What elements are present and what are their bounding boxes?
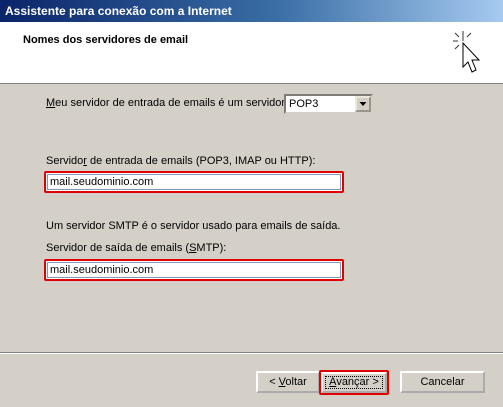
outgoing-server-input[interactable]	[47, 262, 341, 278]
outgoing-server-label: Servidor de saída de emails (SMTP):	[46, 242, 227, 254]
outgoing-server-field-highlight	[44, 259, 344, 281]
window-title: Assistente para conexão com a Internet	[5, 4, 232, 18]
cancel-button[interactable]: Cancelar	[400, 371, 485, 393]
incoming-server-input[interactable]	[47, 174, 341, 190]
incoming-type-label: Meu servidor de entrada de emails é um s…	[46, 97, 286, 109]
server-type-dropdown[interactable]: POP3	[284, 94, 373, 114]
sparkle-cursor-icon	[453, 31, 481, 73]
server-type-value: POP3	[289, 98, 319, 110]
dropdown-arrow-button[interactable]	[355, 96, 371, 112]
page-title: Nomes dos servidores de email	[23, 34, 189, 46]
title-bar: Assistente para conexão com a Internet	[0, 0, 503, 22]
wizard-window: Assistente para conexão com a Internet N…	[0, 0, 503, 407]
chevron-down-icon	[359, 102, 367, 106]
next-button[interactable]: Avançar >	[319, 370, 389, 395]
incoming-server-label: Servidor de entrada de emails (POP3, IMA…	[46, 155, 316, 167]
incoming-server-field-highlight	[44, 171, 344, 193]
separator	[0, 352, 503, 354]
back-button[interactable]: < Voltar	[256, 371, 320, 393]
smtp-description: Um servidor SMTP é o servidor usado para…	[46, 220, 341, 232]
wizard-header: Nomes dos servidores de email	[0, 22, 503, 84]
